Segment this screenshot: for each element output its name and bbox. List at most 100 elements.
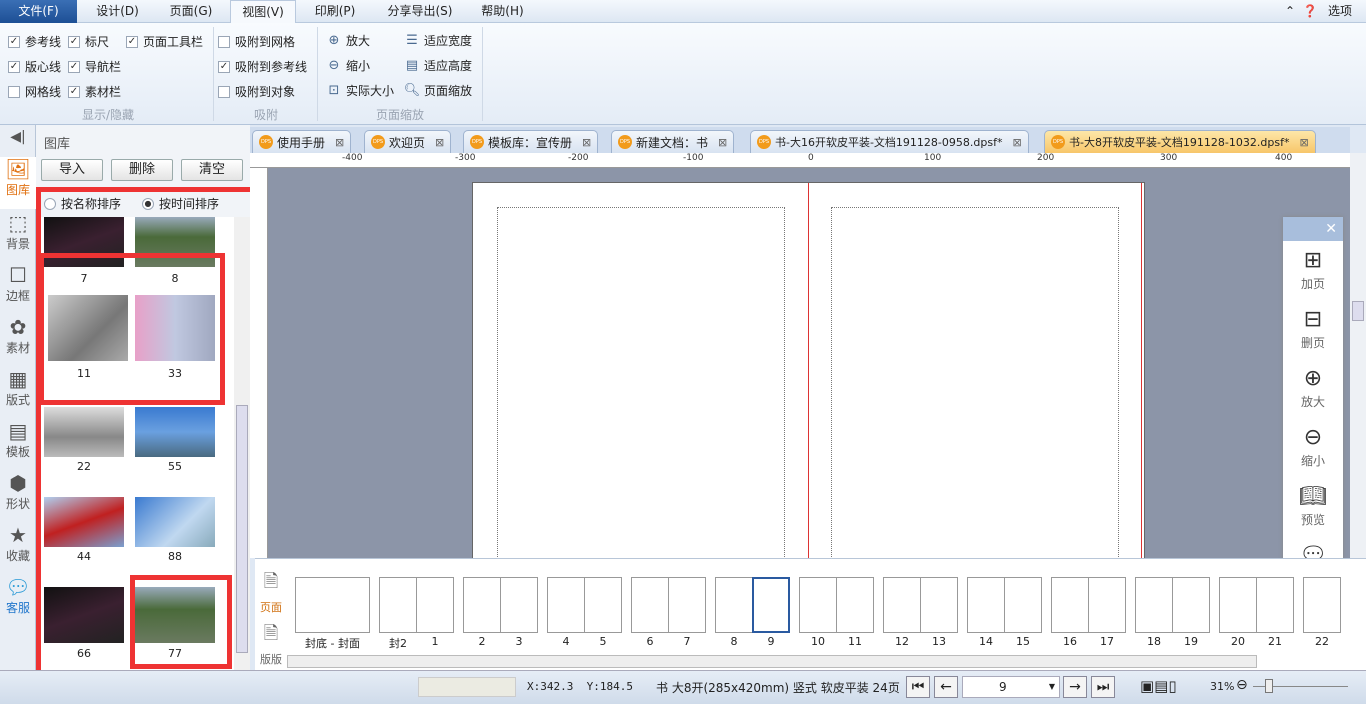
preview-button[interactable]: 📖︎ 预览 [1283, 483, 1343, 528]
next-page-button[interactable]: → [1063, 676, 1087, 698]
page-thumbnail[interactable] [1051, 577, 1089, 633]
menu-design[interactable]: 设计(D) [80, 0, 155, 23]
zoom-slider-thumb[interactable] [1265, 679, 1273, 693]
last-page-button[interactable]: ⏭ [1091, 676, 1115, 698]
zoom-out-button[interactable]: ⊖ 缩小 [1283, 424, 1343, 469]
page-thumbnail[interactable] [1219, 577, 1257, 633]
tab-new-doc[interactable]: DPS 新建文档：书 ⊠ [611, 130, 735, 153]
actual-size-button[interactable]: ⊡ 实际大小 [326, 82, 394, 99]
close-icon[interactable]: ⊠ [435, 136, 444, 149]
add-page-button[interactable]: ⊞ 加页 [1283, 247, 1343, 292]
page-thumbnail[interactable] [547, 577, 585, 633]
zoom-out-icon[interactable]: ⊖ [1236, 677, 1248, 693]
help-icon[interactable]: ❓ [1300, 0, 1320, 23]
zoom-out-button[interactable]: ⊖ 缩小 [326, 57, 370, 74]
menu-share-export[interactable]: 分享导出(S) [375, 0, 465, 23]
page-thumbnail[interactable] [500, 577, 538, 633]
tab-manual[interactable]: DPS 使用手册 ⊠ [252, 130, 352, 153]
sidebar-item-shape[interactable]: ⬢ 形状 [0, 471, 36, 512]
chat-icon: 💬︎ [5, 575, 31, 599]
sidebar-item-background[interactable]: ⬚ 背景 [0, 211, 36, 252]
page-thumbnail[interactable] [1088, 577, 1126, 633]
page-thumbnail[interactable] [920, 577, 958, 633]
delete-page-button[interactable]: ⊟ 删页 [1283, 306, 1343, 351]
page-thumbnail[interactable] [799, 577, 837, 633]
checkbox-snap-grid[interactable]: 吸附到网格 [218, 33, 295, 50]
page-thumbnail[interactable] [295, 577, 370, 633]
menu-print[interactable]: 印刷(P) [300, 0, 370, 23]
page-thumbnail[interactable] [1303, 577, 1341, 633]
page-thumbnail[interactable] [715, 577, 753, 633]
view-mode-icons[interactable]: ▣▤▯ [1140, 677, 1177, 695]
tab-doc-1032[interactable]: DPS 书-大8开软皮平装-文档191128-1032.dpsf* ⊠ [1044, 130, 1316, 153]
sidebar-item-border[interactable]: ☐ 边框 [0, 263, 36, 304]
page-spread[interactable] [472, 182, 1145, 558]
pages-tab[interactable]: 🗎 页面 [260, 569, 282, 615]
sidebar-item-template[interactable]: ▤ 模板 [0, 419, 36, 460]
close-icon[interactable]: ✕ [1283, 217, 1343, 241]
page-thumbnail[interactable] [1256, 577, 1294, 633]
page-thumbnail[interactable] [416, 577, 454, 633]
page-thumbnail[interactable] [883, 577, 921, 633]
sidebar-item-support[interactable]: 💬︎ 客服 [0, 575, 36, 616]
page-zoom-button[interactable]: 🔍︎ 页面缩放 [404, 82, 472, 99]
menu-help[interactable]: 帮助(H) [470, 0, 535, 23]
canvas[interactable] [268, 168, 1350, 558]
close-icon[interactable]: ⊠ [718, 136, 727, 149]
tab-template-library[interactable]: DPS 模板库：宣传册 ⊠ [463, 130, 599, 153]
zoom-in-button[interactable]: ⊕ 放大 [326, 32, 370, 49]
layout-tab[interactable]: 🗎 版版 [260, 621, 282, 667]
checkbox-snap-objects[interactable]: 吸附到对象 [218, 83, 295, 100]
page-select[interactable]: 9 ▼ [962, 676, 1060, 698]
checkbox-navbar[interactable]: ✓ 导航栏 [68, 58, 121, 75]
page-thumbnail[interactable] [631, 577, 669, 633]
checkbox-ruler[interactable]: ✓ 标尺 [68, 33, 109, 50]
gallery-icon: 🖼︎ [5, 157, 31, 181]
page-thumbnail[interactable] [463, 577, 501, 633]
clear-button[interactable]: 清空 [181, 159, 243, 181]
sidebar-item-layout[interactable]: ▦ 版式 [0, 367, 36, 408]
page-thumbnail[interactable] [584, 577, 622, 633]
page-thumbnail[interactable] [967, 577, 1005, 633]
menu-file[interactable]: 文件(F) [0, 0, 77, 23]
delete-button[interactable]: 删除 [111, 159, 173, 181]
ruler-tick: 200 [1037, 153, 1055, 163]
sidebar-item-material[interactable]: ✿ 素材 [0, 315, 36, 356]
page-thumbnail[interactable] [379, 577, 417, 633]
scrollbar-thumb[interactable] [1352, 301, 1364, 321]
close-icon[interactable]: ⊠ [582, 136, 591, 149]
options-button[interactable]: 选项 [1320, 0, 1360, 23]
menu-page[interactable]: 页面(G) [155, 0, 227, 23]
tab-doc-0958[interactable]: DPS 书-大16开软皮平装-文档191128-0958.dpsf* ⊠ [750, 130, 1029, 153]
dps-icon: DPS [259, 135, 273, 149]
checkbox-page-toolbar[interactable]: ✓ 页面工具栏 [126, 33, 203, 50]
checkbox-material-bar[interactable]: ✓ 素材栏 [68, 83, 121, 100]
close-icon[interactable]: ⊠ [1299, 136, 1308, 149]
import-button[interactable]: 导入 [41, 159, 103, 181]
page-thumbnail[interactable] [752, 577, 790, 633]
checkbox-snap-guides[interactable]: ✓ 吸附到参考线 [218, 58, 307, 75]
sidebar-item-favorites[interactable]: ★ 收藏 [0, 523, 36, 564]
page-thumbnail[interactable] [1004, 577, 1042, 633]
prev-page-button[interactable]: ← [934, 676, 958, 698]
close-icon[interactable]: ⊠ [335, 136, 344, 149]
close-icon[interactable]: ⊠ [1012, 136, 1021, 149]
page-thumbnail[interactable] [668, 577, 706, 633]
collapse-ribbon-icon[interactable]: ⌃ [1280, 0, 1300, 23]
first-page-button[interactable]: ⏮ [906, 676, 930, 698]
checkbox-margin-lines[interactable]: ✓ 版心线 [8, 58, 61, 75]
strip-scrollbar[interactable] [287, 655, 1257, 668]
checkbox-grid-lines[interactable]: 网格线 [8, 83, 61, 100]
fit-width-button[interactable]: ☰ 适应宽度 [404, 32, 472, 49]
menu-view[interactable]: 视图(V) [230, 0, 296, 23]
vertical-scrollbar[interactable] [1350, 153, 1366, 558]
sidebar-item-gallery[interactable]: 🖼︎ 图库 [0, 157, 36, 209]
checkbox-guides[interactable]: ✓ 参考线 [8, 33, 61, 50]
tab-welcome[interactable]: DPS 欢迎页 ⊠ [364, 130, 452, 153]
collapse-panel-icon[interactable]: ◀| [0, 129, 36, 145]
page-thumbnail[interactable] [1172, 577, 1210, 633]
zoom-in-button[interactable]: ⊕ 放大 [1283, 365, 1343, 410]
fit-height-button[interactable]: ▤ 适应高度 [404, 57, 472, 74]
page-thumbnail[interactable] [1135, 577, 1173, 633]
page-thumbnail[interactable] [836, 577, 874, 633]
